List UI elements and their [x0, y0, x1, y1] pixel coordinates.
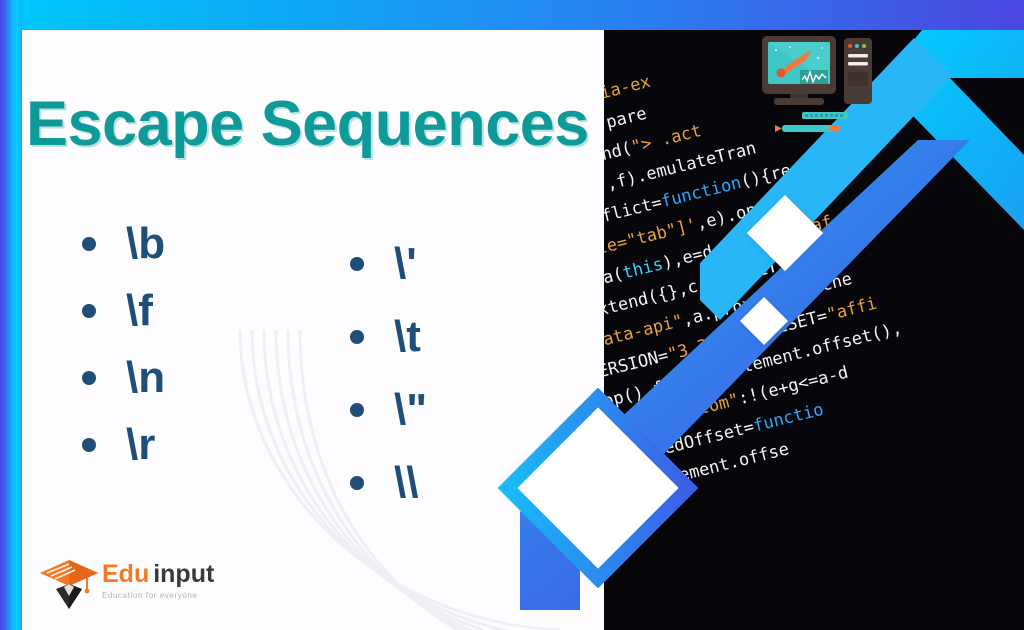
escape-sequence-label: \r: [126, 419, 156, 469]
bullet-dot-icon: [82, 370, 96, 385]
escape-sequence-label: \n: [126, 352, 166, 402]
list-item: \f: [82, 277, 165, 344]
logo-text-block: Edu input Education for everyone: [102, 562, 214, 601]
graduation-cap-icon: [40, 560, 98, 609]
bullet-dot-icon: [350, 329, 364, 344]
bullet-dot-icon: [82, 236, 96, 251]
decorative-arcs-bottom: [230, 330, 660, 630]
top-gradient-bar: [22, 0, 1024, 30]
left-gradient-stripe: [0, 0, 22, 630]
escape-sequence-label: \': [394, 238, 417, 288]
bullet-dot-icon: [82, 303, 96, 318]
escape-list-right: \' \t \" \\: [350, 227, 427, 519]
escape-sequence-label: \b: [126, 218, 166, 268]
brand-logo: Edu input Education for everyone: [38, 556, 218, 614]
bullet-dot-icon: [350, 402, 364, 417]
bullet-dot-icon: [82, 437, 96, 452]
bullet-dot-icon: [350, 475, 364, 490]
list-item: \': [350, 227, 427, 300]
list-item: \n: [82, 344, 165, 411]
escape-list-right-items: \' \t \" \\: [350, 227, 427, 519]
list-item: \": [350, 373, 427, 446]
bullet-dot-icon: [350, 256, 364, 271]
escape-list-left-items: \b \f \n \r: [82, 210, 165, 478]
escape-sequence-label: \t: [394, 311, 421, 361]
desktop-computer-illustration: [762, 36, 872, 132]
logo-word-primary: Edu: [102, 560, 150, 588]
list-item: \r: [82, 411, 165, 478]
logo-tagline: Education for everyone: [102, 591, 198, 600]
escape-sequence-label: \": [394, 384, 428, 434]
escape-list-left: \b \f \n \r: [82, 210, 165, 478]
logo-word-secondary: input: [153, 560, 215, 588]
escape-sequence-label: \\: [394, 457, 419, 507]
escape-sequence-label: \f: [126, 285, 153, 335]
slide-canvas: ace(w.bs.tabis.activate(h,type.activate=…: [0, 0, 1024, 630]
list-item: \b: [82, 210, 165, 277]
page-title: Escape Sequences: [26, 89, 589, 159]
logo-wordmark: Edu input: [102, 562, 214, 587]
list-item: \\: [350, 446, 427, 519]
list-item: \t: [350, 300, 427, 373]
